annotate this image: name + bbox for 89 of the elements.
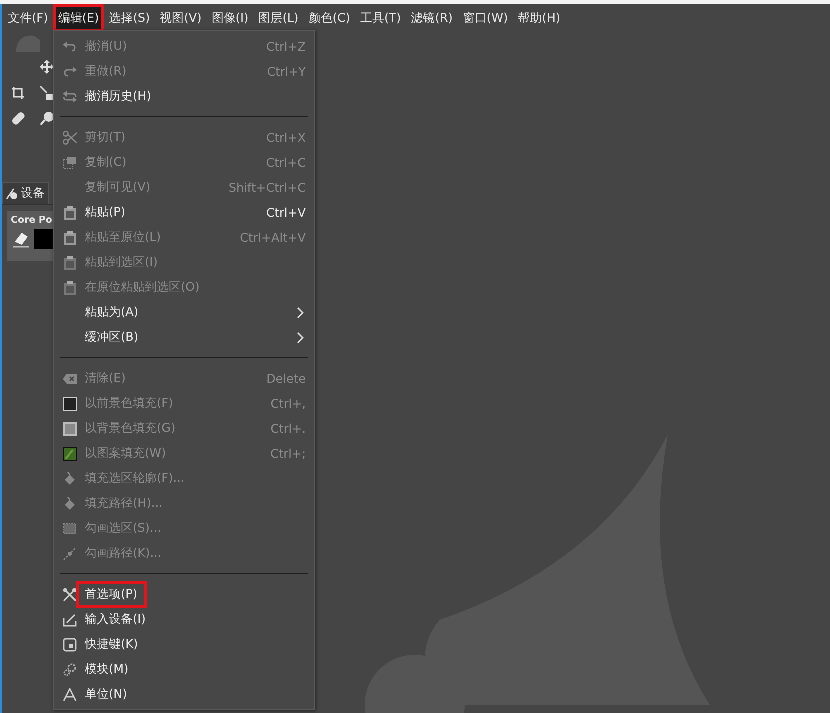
menu-bar-item[interactable]: 选择(S) — [105, 5, 154, 31]
shortcut-label: Ctrl+Alt+V — [240, 230, 306, 244]
redo-icon — [63, 66, 77, 78]
menu-item-label: 在原位粘贴到选区(O) — [84, 279, 201, 296]
menu-item-label: 勾画路径(K)... — [84, 545, 163, 562]
menu-bar-item[interactable]: 图层(L) — [254, 5, 303, 31]
menu-item-label: 以图案填充(W) — [84, 445, 168, 462]
eraser-icon — [63, 374, 77, 384]
menu-item-label: 模块(M) — [84, 661, 130, 678]
shortcut-label: Delete — [266, 372, 306, 386]
menu-item-label: 以背景色填充(G) — [84, 420, 177, 437]
color-swatch[interactable] — [34, 229, 54, 249]
menu-item[interactable]: 缓冲区(B) — [54, 325, 314, 350]
move-tool-icon[interactable] — [40, 60, 54, 74]
device-name: Core Po — [11, 215, 54, 226]
clipboard-icon — [63, 230, 77, 244]
menu-item-label: 以前景色填充(F) — [84, 395, 174, 412]
menu-bar-item[interactable]: 视图(V) — [156, 5, 206, 31]
shortcut-label: Ctrl+C — [266, 156, 306, 170]
clipboard-icon — [63, 280, 77, 294]
copy-icon — [63, 156, 77, 170]
menu-item[interactable]: 输入设备(I) — [54, 607, 314, 632]
menu-bar-item[interactable]: 编辑(E) — [54, 5, 104, 31]
menu-item[interactable]: 单位(N) — [54, 682, 314, 707]
menu-item-label: 粘贴(P) — [84, 204, 127, 221]
crop-tool-icon[interactable] — [12, 87, 24, 99]
shortcut-label: Ctrl+; — [270, 446, 306, 460]
menu-item-label: 复制可见(V) — [84, 179, 152, 196]
checker-swatch-icon — [63, 422, 77, 436]
menu-item-label: 清除(E) — [84, 370, 127, 387]
tab-label: 设备 — [21, 185, 45, 202]
compass-icon — [63, 688, 77, 702]
tablet-icon — [63, 612, 77, 626]
pattern-icon — [63, 446, 77, 460]
smudge-tool-icon[interactable] — [40, 112, 54, 126]
menu-item-label: 粘贴到选区(I) — [84, 254, 159, 271]
path-icon — [63, 546, 77, 560]
menu-item[interactable]: 粘贴为(A) — [54, 300, 314, 325]
menu-item-label: 剪切(T) — [84, 129, 127, 146]
menu-bar-item[interactable]: 文件(F) — [4, 5, 52, 31]
menu-item-label: 填充路径(H)... — [84, 495, 164, 512]
clipboard-icon — [63, 256, 77, 270]
menu-item-label: 勾画选区(S)... — [84, 520, 162, 537]
tools-icon — [63, 588, 77, 602]
menu-item[interactable]: 粘贴(P) Ctrl+V — [54, 200, 314, 225]
menu-item-label: 输入设备(I) — [84, 611, 147, 628]
shortcut-label: Shift+Ctrl+C — [228, 180, 306, 194]
stroke-icon — [63, 522, 77, 534]
bucket-icon — [64, 496, 76, 510]
shortcut-label: Ctrl+V — [266, 206, 306, 220]
history-icon — [63, 90, 77, 104]
menu-item-label: 单位(N) — [84, 686, 128, 703]
menu-bar-item[interactable]: 工具(T) — [356, 5, 406, 31]
menu-item[interactable]: 快捷键(K) — [54, 632, 314, 657]
menu-bar-item[interactable]: 帮助(H) — [514, 5, 565, 31]
eraser-icon — [11, 230, 31, 248]
shortcut-label: Ctrl+Y — [267, 64, 306, 78]
menu-item-label: 粘贴至原位(L) — [84, 229, 162, 246]
bandage-tool-icon[interactable] — [12, 112, 26, 126]
menu-bar-item[interactable]: 图像(I) — [208, 5, 253, 31]
shortcut-label: Ctrl+, — [270, 396, 306, 410]
menu-bar-item[interactable]: 颜色(C) — [304, 5, 354, 31]
gears-icon — [63, 662, 77, 676]
bucket-icon — [64, 472, 76, 486]
menu-item-label: 重做(R) — [84, 63, 128, 80]
menu-item-label: 复制(C) — [84, 154, 128, 171]
menu-item-label: 粘贴为(A) — [84, 304, 140, 321]
menu-item[interactable]: 撤消历史(H) — [54, 84, 314, 109]
scissors-icon — [63, 130, 77, 144]
menu-item[interactable]: 模块(M) — [54, 657, 314, 682]
shortcut-label: Ctrl+X — [266, 130, 306, 144]
menu-item-label: 缓冲区(B) — [84, 329, 140, 346]
menu-item-label: 首选项(P) — [76, 581, 147, 608]
menu-item-label: 撤消(U) — [84, 38, 128, 55]
panel-tab[interactable]: 设备 — [2, 182, 49, 204]
shortcut-label: Ctrl+Z — [266, 40, 306, 54]
menu-item-label: 撤消历史(H) — [84, 88, 152, 105]
menu-bar-item[interactable]: 窗口(W) — [458, 5, 512, 31]
key-icon — [63, 638, 77, 652]
menu-item[interactable]: 首选项(P) — [54, 582, 314, 607]
device-icon — [6, 188, 19, 200]
shortcut-label: Ctrl+. — [270, 422, 306, 436]
dark-swatch-icon — [63, 396, 77, 410]
scale-tool-icon[interactable] — [40, 86, 54, 100]
menu-item-label: 填充选区轮廓(F)... — [84, 470, 186, 487]
menu-bar-item[interactable]: 滤镜(R) — [407, 5, 457, 31]
menu-item-label: 快捷键(K) — [84, 636, 140, 653]
undo-icon — [63, 40, 77, 52]
clipboard-icon — [63, 206, 77, 220]
